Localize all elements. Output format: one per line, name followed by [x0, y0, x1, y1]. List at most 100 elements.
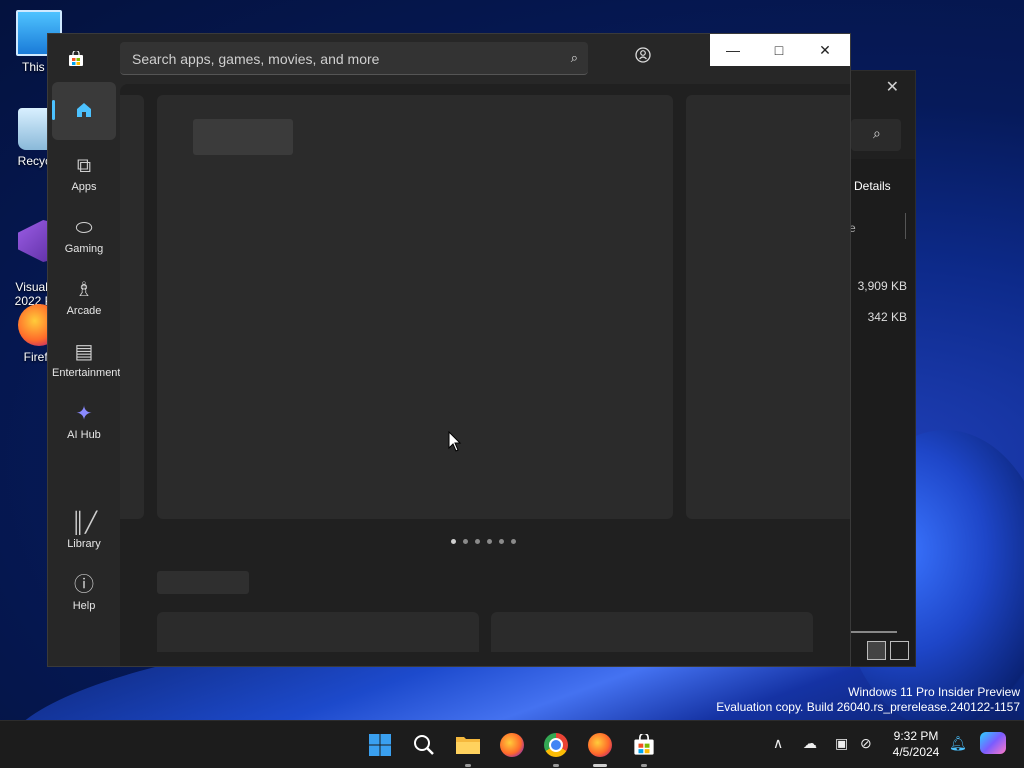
- search-box[interactable]: ⌕: [120, 42, 588, 76]
- nav-item-apps[interactable]: ⧉ Apps: [52, 148, 116, 206]
- collection-card[interactable]: [491, 612, 813, 652]
- taskbar-firefox-nightly[interactable]: [496, 729, 528, 761]
- copilot-icon: [980, 732, 1006, 754]
- user-icon: [635, 47, 651, 63]
- nav-item-arcade[interactable]: ♗ Arcade: [52, 272, 116, 330]
- volume-muted-icon: ⊘: [860, 735, 872, 751]
- volume-button[interactable]: ⊘: [860, 735, 872, 752]
- carousel-dot[interactable]: [487, 539, 492, 544]
- running-indicator: [553, 764, 559, 767]
- carousel-dot[interactable]: [463, 539, 468, 544]
- column-divider[interactable]: [905, 213, 906, 239]
- maximize-icon: □: [774, 42, 784, 58]
- evaluation-watermark: Windows 11 Pro Insider Preview Evaluatio…: [716, 685, 1020, 715]
- carousel-card-previous[interactable]: [120, 95, 144, 519]
- microsoft-store-window: ⌕ — □ ✕ ⧉ Apps ⬭ Gaming: [47, 33, 851, 667]
- close-button[interactable]: ✕: [802, 34, 848, 66]
- network-button[interactable]: ▣: [835, 735, 848, 752]
- search-input[interactable]: [130, 42, 554, 76]
- sparkle-icon: ✦: [75, 403, 93, 425]
- carousel-card-next[interactable]: [686, 95, 850, 519]
- carousel-dot[interactable]: [451, 539, 456, 544]
- home-icon: [77, 103, 91, 117]
- store-logo-icon: [634, 734, 654, 755]
- taskbar-search-button[interactable]: [408, 729, 440, 761]
- chevron-up-icon: ∧: [773, 735, 784, 751]
- watermark-line: Evaluation copy. Build 26040.rs_prerelea…: [716, 700, 1020, 714]
- running-indicator: [641, 764, 647, 767]
- details-button[interactable]: Details: [854, 179, 891, 193]
- running-indicator: [593, 764, 607, 767]
- search-icon: ⌕: [873, 125, 881, 141]
- close-icon: ✕: [819, 41, 831, 58]
- nav-label: Library: [67, 538, 101, 550]
- library-icon: ║╱: [70, 512, 98, 534]
- nav-item-gaming[interactable]: ⬭ Gaming: [52, 210, 116, 268]
- nav-item-ai-hub[interactable]: ✦ AI Hub: [52, 396, 116, 454]
- close-icon[interactable]: ✕: [886, 77, 899, 97]
- running-indicator: [465, 764, 471, 767]
- view-toggle: [867, 641, 909, 660]
- firefox-icon: [500, 733, 524, 757]
- carousel-dot[interactable]: [511, 539, 516, 544]
- taskbar-file-explorer[interactable]: [452, 729, 484, 767]
- section-title-placeholder: [157, 571, 249, 594]
- window-controls: — □ ✕: [710, 34, 850, 66]
- carousel-dot[interactable]: [475, 539, 480, 544]
- file-size: 342 KB: [867, 310, 907, 324]
- search-icon[interactable]: ⌕: [571, 50, 578, 66]
- mouse-pointer-icon: [448, 431, 462, 452]
- copilot-button[interactable]: [980, 732, 1006, 754]
- start-button[interactable]: [364, 729, 396, 761]
- watermark-line: Windows 11 Pro Insider Preview: [848, 685, 1020, 699]
- home-content: [120, 84, 850, 666]
- explorer-search-button[interactable]: ⌕: [851, 119, 901, 151]
- search-icon: [414, 735, 434, 755]
- title-bar[interactable]: ⌕ — □ ✕: [48, 34, 850, 84]
- nav-item-home[interactable]: [52, 82, 116, 140]
- nav-label: Help: [72, 600, 96, 612]
- account-button[interactable]: [628, 46, 658, 72]
- nav-label: Arcade: [66, 305, 102, 317]
- carousel-dot[interactable]: [499, 539, 504, 544]
- taskbar-microsoft-store[interactable]: [628, 729, 660, 767]
- nav-item-help[interactable]: ⓘ Help: [52, 567, 116, 625]
- taskbar-chrome[interactable]: [540, 729, 572, 767]
- notifications-button[interactable]: 🔔︎: [949, 735, 967, 752]
- gamepad-icon: ⬭: [75, 217, 93, 239]
- maximize-button[interactable]: □: [756, 34, 802, 66]
- loading-placeholder: [193, 119, 293, 155]
- clock-time: 9:32 PM: [893, 729, 939, 743]
- tiles-view-icon[interactable]: [890, 641, 909, 660]
- carousel-card-current[interactable]: [157, 95, 673, 519]
- onedrive-button[interactable]: ☁: [803, 735, 817, 752]
- minimize-button[interactable]: —: [710, 34, 756, 66]
- collection-card[interactable]: [157, 612, 479, 652]
- details-view-icon[interactable]: [867, 641, 886, 660]
- nav-item-entertainment[interactable]: ▤ Entertainment: [52, 334, 121, 392]
- nav-label: AI Hub: [67, 429, 101, 441]
- carousel-pager[interactable]: [451, 539, 516, 544]
- network-icon: ▣: [835, 735, 849, 751]
- apps-icon: ⧉: [76, 155, 92, 177]
- firefox-icon: [588, 733, 612, 757]
- nav-label: Gaming: [64, 243, 104, 255]
- nav-item-library[interactable]: ║╱ Library: [52, 505, 116, 563]
- chrome-icon: [544, 733, 568, 757]
- nav-label: Entertainment: [52, 367, 121, 379]
- navigation-rail: ⧉ Apps ⬭ Gaming ♗ Arcade ▤ Entertainment…: [48, 82, 120, 666]
- help-icon: ⓘ: [74, 574, 94, 596]
- windows-logo-icon: [369, 734, 391, 756]
- taskbar-firefox[interactable]: [584, 729, 616, 767]
- cloud-icon: ☁: [803, 735, 817, 751]
- bell-icon: 🔔︎: [949, 735, 967, 751]
- clock[interactable]: 9:32 PM 4/5/2024: [880, 728, 952, 760]
- folder-icon: [456, 737, 480, 754]
- horizontal-scrollbar[interactable]: [849, 631, 897, 633]
- minimize-icon: —: [726, 42, 740, 58]
- show-hidden-icons-button[interactable]: ∧: [773, 735, 783, 752]
- joystick-icon: ♗: [75, 279, 93, 301]
- clapperboard-icon: ▤: [74, 341, 94, 363]
- store-logo-icon: [69, 51, 83, 66]
- nav-label: Apps: [71, 181, 97, 193]
